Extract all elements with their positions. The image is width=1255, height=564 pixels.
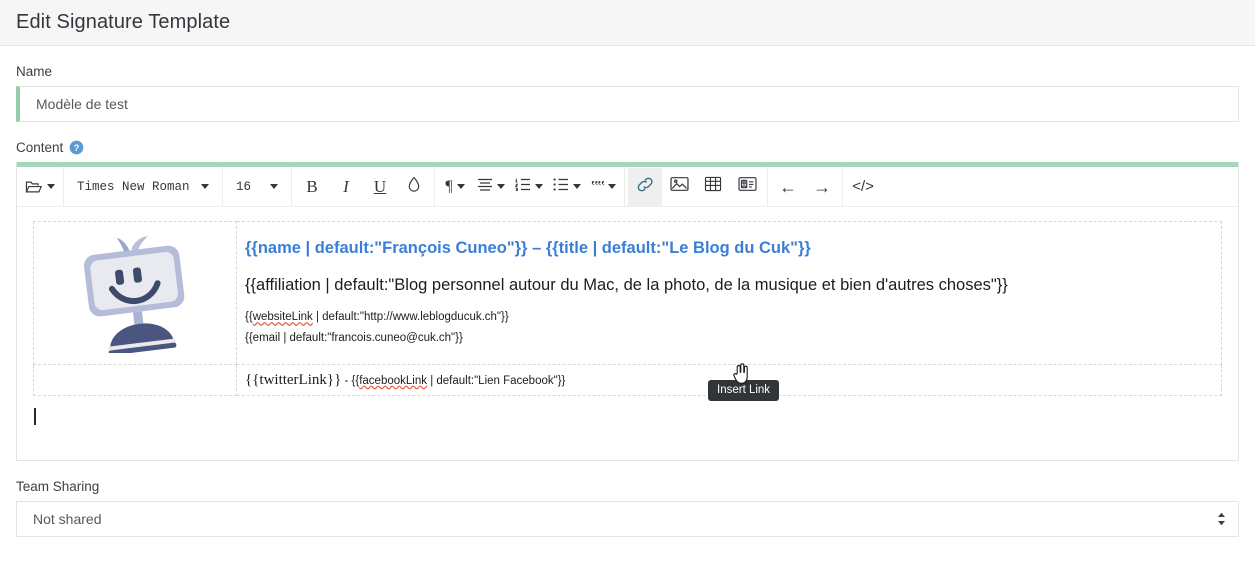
form-area: Name Content ? <box>0 64 1255 537</box>
smiling-imac-logo-icon <box>70 236 200 357</box>
arrow-left-icon: ← <box>779 176 798 197</box>
page-header: Edit Signature Template <box>0 0 1255 46</box>
toolbar-group-paragraph: ¶ ‟‟ <box>435 167 626 206</box>
name-input[interactable] <box>20 96 1238 112</box>
text-caret <box>34 408 36 425</box>
content-label: Content ? <box>16 140 1239 155</box>
quote-icon: ‟‟ <box>591 177 605 196</box>
svg-text:?: ? <box>74 143 80 153</box>
team-sharing-label-text: Team Sharing <box>16 479 100 494</box>
text-color-button[interactable] <box>397 168 431 206</box>
font-family-value: Times New Roman <box>77 179 190 194</box>
pilcrow-icon: ¶ <box>445 177 453 195</box>
chevron-down-icon <box>497 184 505 189</box>
link-icon <box>636 176 655 198</box>
insert-link-tooltip: Insert Link <box>708 380 780 401</box>
droplet-icon <box>407 176 421 198</box>
team-sharing-label: Team Sharing <box>16 479 1239 494</box>
chevron-down-icon <box>535 184 543 189</box>
underline-button[interactable]: U <box>363 168 397 206</box>
ordered-list-icon <box>514 178 531 196</box>
facebook-link-token: facebookLink <box>359 375 427 387</box>
chevron-down-icon <box>573 184 581 189</box>
unordered-list-icon <box>553 177 569 196</box>
toolbar-group-inline-style: B I U <box>292 167 435 206</box>
table-icon <box>704 176 722 197</box>
website-link-token: websiteLink <box>252 311 313 324</box>
paragraph-format-button[interactable]: ¶ <box>438 168 472 206</box>
page-title: Edit Signature Template <box>16 11 231 33</box>
editor-content-area[interactable]: {{name | default:"François Cuneo"}} – {{… <box>17 207 1238 460</box>
team-sharing-select[interactable]: Not shared <box>16 501 1239 537</box>
toolbar-group-size: 16 <box>223 167 292 206</box>
chevron-down-icon <box>47 184 55 189</box>
table-row: {{name | default:"François Cuneo"}} – {{… <box>33 221 1222 365</box>
signature-text-cell: {{name | default:"François Cuneo"}} – {{… <box>236 221 1222 365</box>
name-input-wrapper[interactable] <box>16 86 1239 122</box>
chevron-down-icon <box>608 184 617 189</box>
toolbar-group-file <box>17 167 64 206</box>
italic-button[interactable]: I <box>329 168 363 206</box>
facebook-token-end: | default:"Lien Facebook"}} <box>427 375 566 387</box>
question-circle-icon[interactable]: ? <box>69 140 84 155</box>
contact-card-icon <box>738 176 757 197</box>
ordered-list-button[interactable] <box>510 168 548 206</box>
toolbar-group-history: ← → <box>768 167 844 206</box>
chevron-down-icon <box>201 184 209 189</box>
bold-icon: B <box>306 177 318 196</box>
align-left-icon <box>477 178 493 196</box>
toolbar-group-insert <box>625 167 769 206</box>
italic-icon: I <box>343 177 349 196</box>
editor-toolbar[interactable]: Times New Roman 16 B I U ¶ ‟‟ ← → </> In… <box>17 167 1238 401</box>
image-icon <box>670 176 689 197</box>
signature-social-line: {{twitterLink}} - {{facebookLink | defau… <box>245 372 566 388</box>
quote-button[interactable]: ‟‟ <box>586 168 621 206</box>
toolbar-group-font: Times New Roman <box>64 167 223 206</box>
code-view-button[interactable]: </> <box>846 168 880 206</box>
select-updown-icon <box>1216 512 1226 526</box>
signature-website-line: {{websiteLink | default:"http://www.lebl… <box>245 309 1213 326</box>
insert-signature-card-button[interactable] <box>730 168 764 206</box>
toolbar-group-code: </> <box>843 167 883 206</box>
font-size-select[interactable]: 16 <box>226 168 288 206</box>
font-size-value: 16 <box>236 179 252 194</box>
name-label: Name <box>16 64 1239 79</box>
website-token-end: | default:"http://www.leblogducuk.ch"}} <box>312 311 509 324</box>
undo-button[interactable]: ← <box>771 168 805 206</box>
table-row: {{twitterLink}} - {{facebookLink | defau… <box>33 364 1222 396</box>
bold-button[interactable]: B <box>295 168 329 206</box>
insert-table-button[interactable] <box>696 168 730 206</box>
rich-text-editor[interactable]: Times New Roman 16 B I U ¶ ‟‟ ← → </> In… <box>16 162 1239 461</box>
signature-email-line: {{email | default:"francois.cuneo@cuk.ch… <box>245 332 463 344</box>
align-button[interactable] <box>472 168 510 206</box>
website-token-start: {{ <box>245 311 253 324</box>
unordered-list-button[interactable] <box>548 168 586 206</box>
chevron-down-icon <box>456 184 465 189</box>
insert-image-button[interactable] <box>662 168 696 206</box>
arrow-right-icon: → <box>813 176 832 197</box>
logo-cell <box>33 221 237 365</box>
signature-name-title-line: {{name | default:"François Cuneo"}} – {{… <box>245 239 811 258</box>
underline-icon: U <box>373 177 387 196</box>
chevron-down-icon <box>270 184 278 189</box>
signature-table: {{name | default:"François Cuneo"}} – {{… <box>33 221 1222 396</box>
open-template-icon[interactable] <box>20 168 60 206</box>
font-family-select[interactable]: Times New Roman <box>67 168 219 206</box>
name-label-text: Name <box>16 64 53 79</box>
content-label-text: Content <box>16 140 64 155</box>
code-icon: </> <box>852 178 874 195</box>
twitter-link-token: {{twitterLink}} <box>245 372 342 388</box>
spacer-cell <box>33 364 237 396</box>
team-sharing-value: Not shared <box>33 511 102 527</box>
social-separator: - <box>341 375 352 387</box>
redo-button[interactable]: → <box>805 168 839 206</box>
insert-link-button[interactable] <box>628 167 663 206</box>
signature-affiliation-line: {{affiliation | default:"Blog personnel … <box>245 276 1008 295</box>
